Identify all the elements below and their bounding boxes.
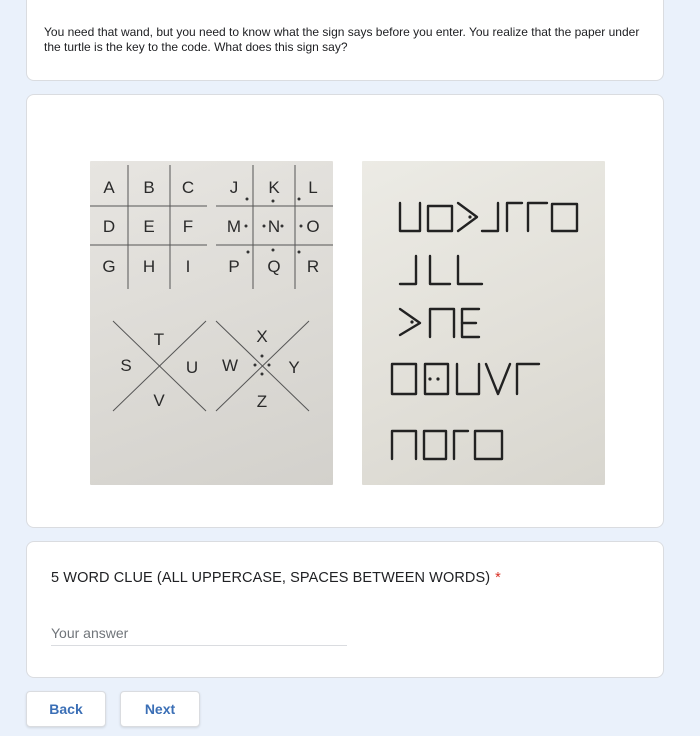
pigpen-key-image: A B C D E F G H I J K L M N O P Q R T S xyxy=(90,161,333,485)
pigpen-key-drawing: A B C D E F G H I J K L M N O P Q R T S xyxy=(90,165,333,412)
key-letter-g: G xyxy=(102,257,115,276)
cipher-sign-drawing xyxy=(390,201,579,461)
cipher-sign-image xyxy=(362,161,605,485)
images-card: A B C D E F G H I J K L M N O P Q R T S xyxy=(26,94,664,528)
question-title: 5 WORD CLUE (ALL UPPERCASE, SPACES BETWE… xyxy=(51,570,501,586)
answer-input[interactable] xyxy=(51,620,347,646)
key-letter-o: O xyxy=(306,217,319,236)
key-letter-w: W xyxy=(222,356,238,375)
required-asterisk: * xyxy=(495,570,501,586)
key-letter-b: B xyxy=(143,178,154,197)
key-letter-y: Y xyxy=(288,358,299,377)
key-letter-x: X xyxy=(256,327,267,346)
key-letter-r: R xyxy=(307,257,319,276)
description-text: You need that wand, but you need to know… xyxy=(44,25,640,54)
key-letter-h: H xyxy=(143,257,155,276)
key-letter-z: Z xyxy=(257,392,267,411)
key-letter-i: I xyxy=(186,257,191,276)
key-letter-n: N xyxy=(268,217,280,236)
key-letter-u: U xyxy=(186,358,198,377)
key-letter-l: L xyxy=(308,178,317,197)
key-letter-j: J xyxy=(230,178,239,197)
key-letter-k: K xyxy=(268,178,280,197)
key-letter-f: F xyxy=(183,217,193,236)
next-button[interactable]: Next xyxy=(120,691,200,727)
back-button[interactable]: Back xyxy=(26,691,106,727)
key-letter-m: M xyxy=(227,217,241,236)
key-letter-e: E xyxy=(143,217,154,236)
key-letter-v: V xyxy=(153,391,165,410)
question-title-text: 5 WORD CLUE (ALL UPPERCASE, SPACES BETWE… xyxy=(51,570,491,586)
key-letter-t: T xyxy=(154,330,164,349)
description-card: You need that wand, but you need to know… xyxy=(26,0,664,81)
key-letter-p: P xyxy=(228,257,239,276)
key-letter-c: C xyxy=(182,178,194,197)
question-card: 5 WORD CLUE (ALL UPPERCASE, SPACES BETWE… xyxy=(26,541,664,678)
key-letter-a: A xyxy=(103,178,115,197)
key-letter-d: D xyxy=(103,217,115,236)
key-letter-q: Q xyxy=(267,257,280,276)
key-letter-s: S xyxy=(120,356,131,375)
